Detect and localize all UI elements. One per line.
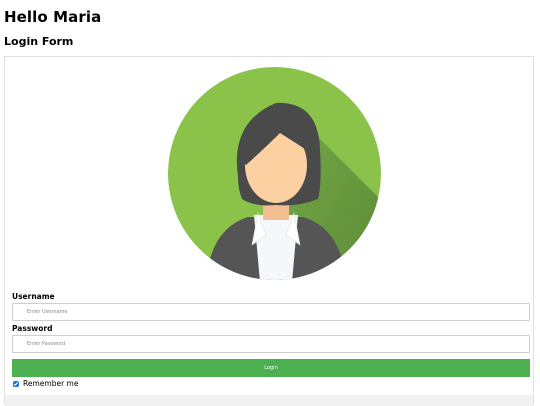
username-label: Username — [12, 292, 55, 301]
remember-me-row: Remember me — [13, 379, 78, 388]
female-user-avatar-icon — [168, 67, 381, 280]
avatar-image — [168, 67, 381, 280]
login-button[interactable]: Login — [12, 359, 530, 377]
remember-me-checkbox[interactable] — [13, 380, 19, 387]
username-input[interactable] — [12, 303, 530, 321]
password-input[interactable] — [12, 335, 530, 353]
remember-me-label: Remember me — [23, 379, 79, 388]
form-title: Login Form — [4, 35, 74, 48]
form-footer-bar — [5, 395, 533, 406]
greeting-heading: Hello Maria — [4, 8, 102, 26]
password-label: Password — [12, 324, 53, 333]
login-form: Username Password Login Remember me — [4, 56, 534, 406]
